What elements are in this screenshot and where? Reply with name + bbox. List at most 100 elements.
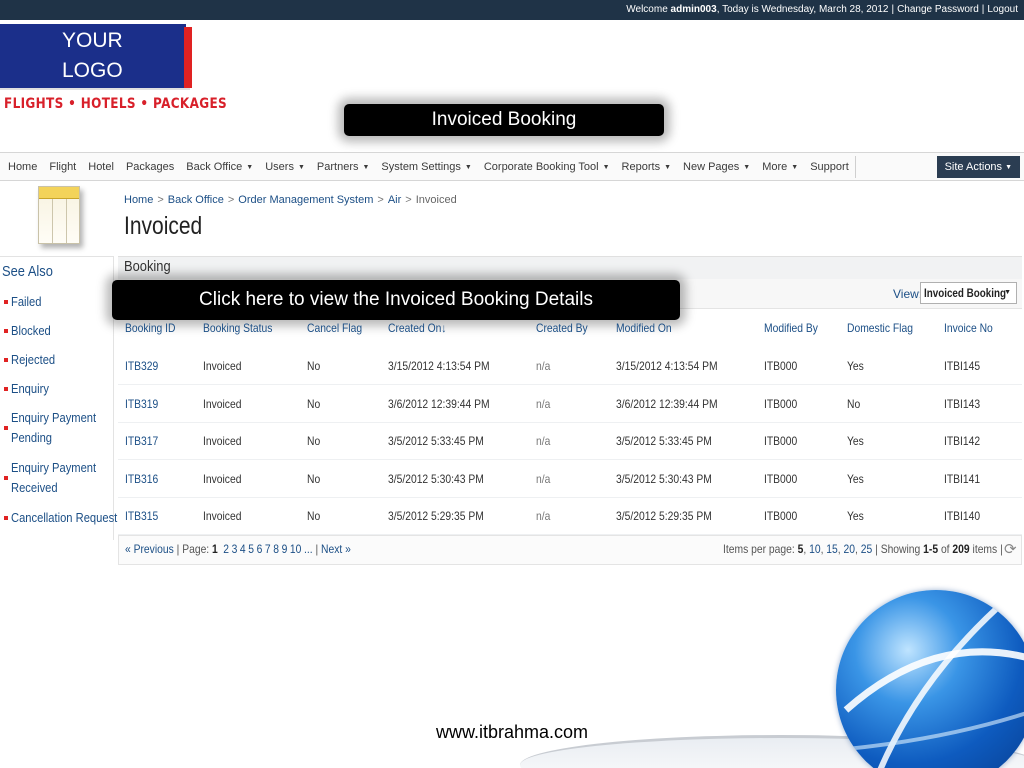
pagination: « Previous | Page: 1 2 3 4 5 6 7 8 9 10... | Nex… [125, 542, 351, 556]
table-cell: ITB000 [764, 472, 798, 486]
sidebar-item-label: Rejected [11, 352, 56, 367]
breadcrumb-order-management[interactable]: Order Management System [238, 194, 373, 206]
refresh-icon[interactable]: ⟳ [1004, 540, 1018, 560]
table-cell: Invoiced [203, 397, 242, 411]
page-link[interactable]: 6 [257, 542, 263, 556]
nav-item-corporate-booking-tool[interactable]: Corporate Booking Tool ▼ [478, 156, 616, 178]
nav-item-back-office[interactable]: Back Office ▼ [180, 156, 259, 178]
table-cell: Yes [847, 434, 864, 448]
table-cell: 3/5/2012 5:33:45 PM [616, 434, 712, 448]
page-link[interactable]: 2 [223, 542, 229, 556]
breadcrumb-separator: > [377, 194, 384, 206]
column-header[interactable]: Invoice No [944, 321, 993, 335]
nav-item-new-pages[interactable]: New Pages ▼ [677, 156, 756, 178]
nav-item-flight[interactable]: Flight [43, 156, 82, 178]
chevron-down-icon: ▼ [246, 164, 254, 171]
booking-id-link[interactable]: ITB319 [125, 386, 158, 423]
next-page-link[interactable]: Next » [321, 542, 351, 556]
nav-item-label: New Pages [683, 161, 740, 173]
page-link[interactable]: 7 [265, 542, 271, 556]
sidebar-item-enquiry[interactable]: Enquiry [4, 379, 112, 399]
welcome-text: Welcome [626, 4, 668, 15]
table-cell: 3/15/2012 4:13:54 PM [616, 359, 718, 373]
table-cell: n/a [536, 434, 551, 448]
page-link[interactable]: 10 [290, 542, 301, 556]
chevron-down-icon: ▼ [1004, 289, 1011, 296]
nav-item-hotel[interactable]: Hotel [82, 156, 120, 178]
footer-url[interactable]: www.itbrahma.com [0, 722, 1024, 743]
nav-item-more[interactable]: More ▼ [756, 156, 804, 178]
sidebar-item-rejected[interactable]: Rejected [4, 350, 112, 370]
per-page-option[interactable]: 15 [826, 542, 837, 556]
table-row: ITB317 Invoiced No 3/5/2012 5:33:45 PM n/a 3/… [118, 423, 1022, 460]
booking-id-link[interactable]: ITB317 [125, 423, 158, 460]
page-link[interactable]: ... [304, 542, 313, 556]
sidebar-item-label: Blocked [11, 323, 51, 338]
change-password-link[interactable]: Change Password [897, 4, 979, 15]
logo-divider [0, 88, 190, 90]
per-page-option[interactable]: 25 [861, 542, 872, 556]
nav-item-reports[interactable]: Reports ▼ [616, 156, 677, 178]
column-header[interactable]: Domestic Flag [847, 321, 913, 335]
page-link[interactable]: 3 [232, 542, 238, 556]
table-cell: ITB000 [764, 397, 798, 411]
nav-item-label: Home [8, 161, 38, 173]
sidebar-item-label: Enquiry [11, 381, 49, 396]
sidebar-item-failed[interactable]: Failed [4, 292, 112, 312]
page-link[interactable]: 8 [273, 542, 279, 556]
sidebar-item-label-line: Pending [11, 430, 53, 445]
table-cell: ITBI145 [944, 359, 981, 373]
view-dropdown[interactable]: Invoiced Booking ▼ [920, 282, 1017, 304]
sidebar-item-cancellation-request[interactable]: Cancellation Request [4, 508, 117, 528]
table-cell: ITBI140 [944, 509, 981, 523]
column-header[interactable]: Created By [536, 321, 588, 335]
table-cell: No [307, 397, 321, 411]
sidebar-item-label-line: Enquiry Payment [11, 460, 97, 475]
bullet-icon [4, 387, 8, 391]
table-cell: ITBI143 [944, 397, 981, 411]
nav-item-users[interactable]: Users ▼ [259, 156, 311, 178]
booking-id-link[interactable]: ITB329 [125, 348, 158, 385]
items-label: items [972, 542, 998, 556]
page-link[interactable]: 5 [248, 542, 254, 556]
column-header[interactable]: Booking Status [203, 321, 272, 335]
nav-menu: Home Flight Hotel Packages Back Office ▼ Users… [2, 156, 856, 178]
breadcrumb-back-office[interactable]: Back Office [168, 194, 224, 206]
table-cell: Yes [847, 472, 864, 486]
bullet-icon [4, 329, 8, 333]
column-header[interactable]: Cancel Flag [307, 321, 362, 335]
table-cell: ITBI142 [944, 434, 981, 448]
chevron-down-icon: ▼ [664, 164, 672, 171]
nav-item-partners[interactable]: Partners ▼ [311, 156, 376, 178]
page-icon [38, 186, 80, 244]
nav-item-home[interactable]: Home [2, 156, 43, 178]
column-header[interactable]: Modified By [764, 321, 818, 335]
column-header[interactable]: Created On↓ [388, 321, 447, 335]
site-actions-button[interactable]: Site Actions ▼ [936, 156, 1020, 178]
page-link[interactable]: 4 [240, 542, 246, 556]
breadcrumb-air[interactable]: Air [388, 194, 401, 206]
nav-item-support[interactable]: Support [804, 156, 855, 178]
breadcrumb: Home > Back Office > Order Management System… [124, 194, 457, 206]
previous-page-link[interactable]: « Previous [125, 542, 174, 556]
booking-id-link[interactable]: ITB316 [125, 461, 158, 498]
column-header[interactable]: Booking ID [125, 321, 175, 335]
table-cell: ITB000 [764, 509, 798, 523]
sidebar-item-blocked[interactable]: Blocked [4, 321, 112, 341]
sidebar-item-enquiry-payment-received[interactable]: Enquiry Payment Received [4, 458, 112, 498]
tagline: FLIGHTS • HOTELS • PACKAGES [4, 96, 228, 112]
nav-item-packages[interactable]: Packages [120, 156, 180, 178]
breadcrumb-home[interactable]: Home [124, 194, 153, 206]
booking-id-link[interactable]: ITB315 [125, 498, 158, 535]
nav-item-label: Packages [125, 161, 175, 173]
sidebar-item-enquiry-payment-pending[interactable]: Enquiry Payment Pending [4, 408, 112, 448]
per-page-option[interactable]: 20 [844, 542, 855, 556]
logout-link[interactable]: Logout [987, 4, 1018, 15]
per-page-option[interactable]: 10 [809, 542, 820, 556]
page-link[interactable]: 9 [282, 542, 288, 556]
breadcrumb-separator: > [405, 194, 412, 206]
table-cell: 3/5/2012 5:30:43 PM [616, 472, 712, 486]
table-row: ITB329 Invoiced No 3/15/2012 4:13:54 PM n/a 3… [118, 348, 1022, 385]
column-header[interactable]: Modified On [616, 321, 672, 335]
nav-item-system-settings[interactable]: System Settings ▼ [375, 156, 477, 178]
